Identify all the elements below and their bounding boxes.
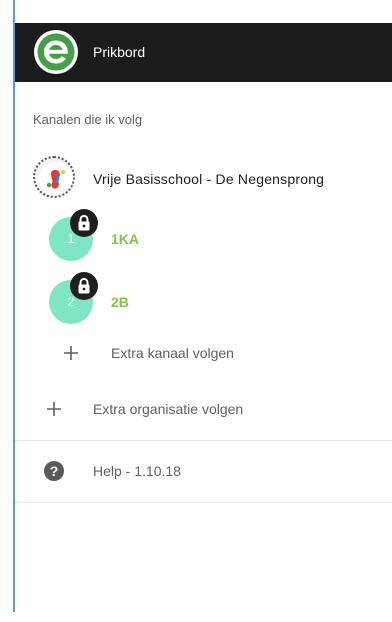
channel-item-1ka[interactable]: 1 1KA [15,209,392,267]
follow-channel-label: Extra kanaal volgen [111,345,234,361]
help-icon: ? [44,461,64,481]
plus-icon [64,346,78,360]
divider [15,440,392,441]
app-bar: Prikbord [15,23,392,82]
lock-icon [70,272,98,300]
channel-name: 1KA [111,231,140,247]
follow-channel-button[interactable]: Extra kanaal volgen [15,334,392,374]
divider [15,502,392,503]
lock-icon [70,209,98,237]
followed-channels-heading: Kanalen die ik volg [33,112,143,127]
channel-item-2b[interactable]: 2 2B [15,272,392,330]
plus-icon [47,402,61,416]
organization-item[interactable]: Vrije Basisschool - De Negensprong [15,156,392,200]
help-label: Help - 1.10.18 [93,463,181,479]
organization-name: Vrije Basisschool - De Negensprong [93,171,325,187]
e-logo-icon[interactable] [33,29,79,75]
channel-name: 2B [111,294,129,310]
navigation-drawer: Prikbord Kanalen die ik volg Vrije Basis… [15,0,392,612]
follow-organization-button[interactable]: Extra organisatie volgen [15,390,392,430]
follow-organization-label: Extra organisatie volgen [93,401,244,417]
app-title: Prikbord [93,44,146,60]
organization-logo [33,156,75,198]
